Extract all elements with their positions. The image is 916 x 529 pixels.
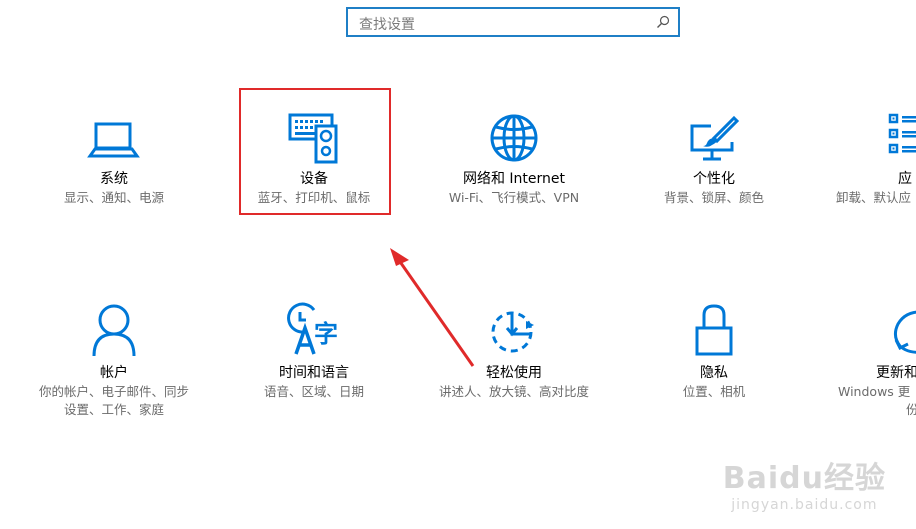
search-box[interactable]: 查找设置: [346, 7, 680, 37]
tile-description: 讲述人、放大镜、高对比度: [438, 384, 589, 399]
paint-brush-monitor-icon: [690, 115, 740, 161]
tile-title: 时间和语言: [279, 365, 349, 381]
tile-system[interactable]: 系统 显示、通知、电源: [29, 116, 199, 206]
tile-time-language[interactable]: 字 时间和语言 语音、区域、日期: [229, 302, 399, 400]
tile-title: 个性化: [693, 171, 735, 187]
tile-description: Wi-Fi、飞行模式、VPN: [448, 190, 580, 205]
baidu-watermark: Baidu经验 jingyan.baidu.com: [723, 453, 886, 513]
red-arrow-annotation: [390, 248, 475, 367]
person-icon: [92, 304, 136, 357]
lock-icon: [695, 304, 733, 356]
time-language-icon: 字: [287, 302, 338, 355]
tile-description: 显示、通知、电源: [63, 190, 164, 205]
globe-icon: [490, 114, 538, 162]
tile-privacy[interactable]: 隐私 位置、相机: [629, 302, 799, 400]
tile-update[interactable]: 更新和 Windows 更 份: [836, 302, 916, 418]
tile-description: 位置、相机: [682, 384, 746, 399]
tile-description: 语音、区域、日期: [263, 384, 364, 399]
tile-description: 卸载、默认应: [836, 190, 912, 205]
search-input[interactable]: 查找设置: [359, 14, 415, 34]
tile-description-line2: 份: [906, 402, 916, 417]
tile-accounts[interactable]: 帐户 你的帐户、电子邮件、同步 设置、工作、家庭: [29, 302, 199, 418]
highlight-box: [239, 88, 391, 215]
tile-description: Windows 更: [838, 384, 911, 399]
tile-personalization[interactable]: 个性化 背景、锁屏、颜色: [629, 114, 799, 206]
search-icon[interactable]: [656, 15, 670, 29]
tile-apps[interactable]: 应 卸载、默认应: [828, 112, 916, 206]
tile-description: 背景、锁屏、颜色: [663, 190, 764, 205]
refresh-icon: [893, 310, 916, 354]
tile-network[interactable]: 网络和 Internet Wi-Fi、飞行模式、VPN: [429, 112, 599, 206]
ease-of-access-icon: [491, 311, 534, 353]
tile-description: 你的帐户、电子邮件、同步: [38, 384, 189, 399]
tile-description-line2: 设置、工作、家庭: [63, 402, 164, 417]
tile-title: 隐私: [700, 365, 728, 381]
svg-text:字: 字: [314, 320, 338, 348]
app-list-icon: [888, 113, 916, 154]
tile-title: 帐户: [100, 365, 128, 381]
tile-title: 网络和 Internet: [462, 171, 566, 187]
tile-title: 更新和: [876, 365, 916, 381]
watermark-logo: Baidu经验: [722, 461, 886, 496]
tile-title: 系统: [100, 171, 128, 187]
watermark-url: jingyan.baidu.com: [731, 497, 878, 513]
tile-title: 应: [898, 171, 912, 187]
laptop-icon: [87, 122, 140, 158]
